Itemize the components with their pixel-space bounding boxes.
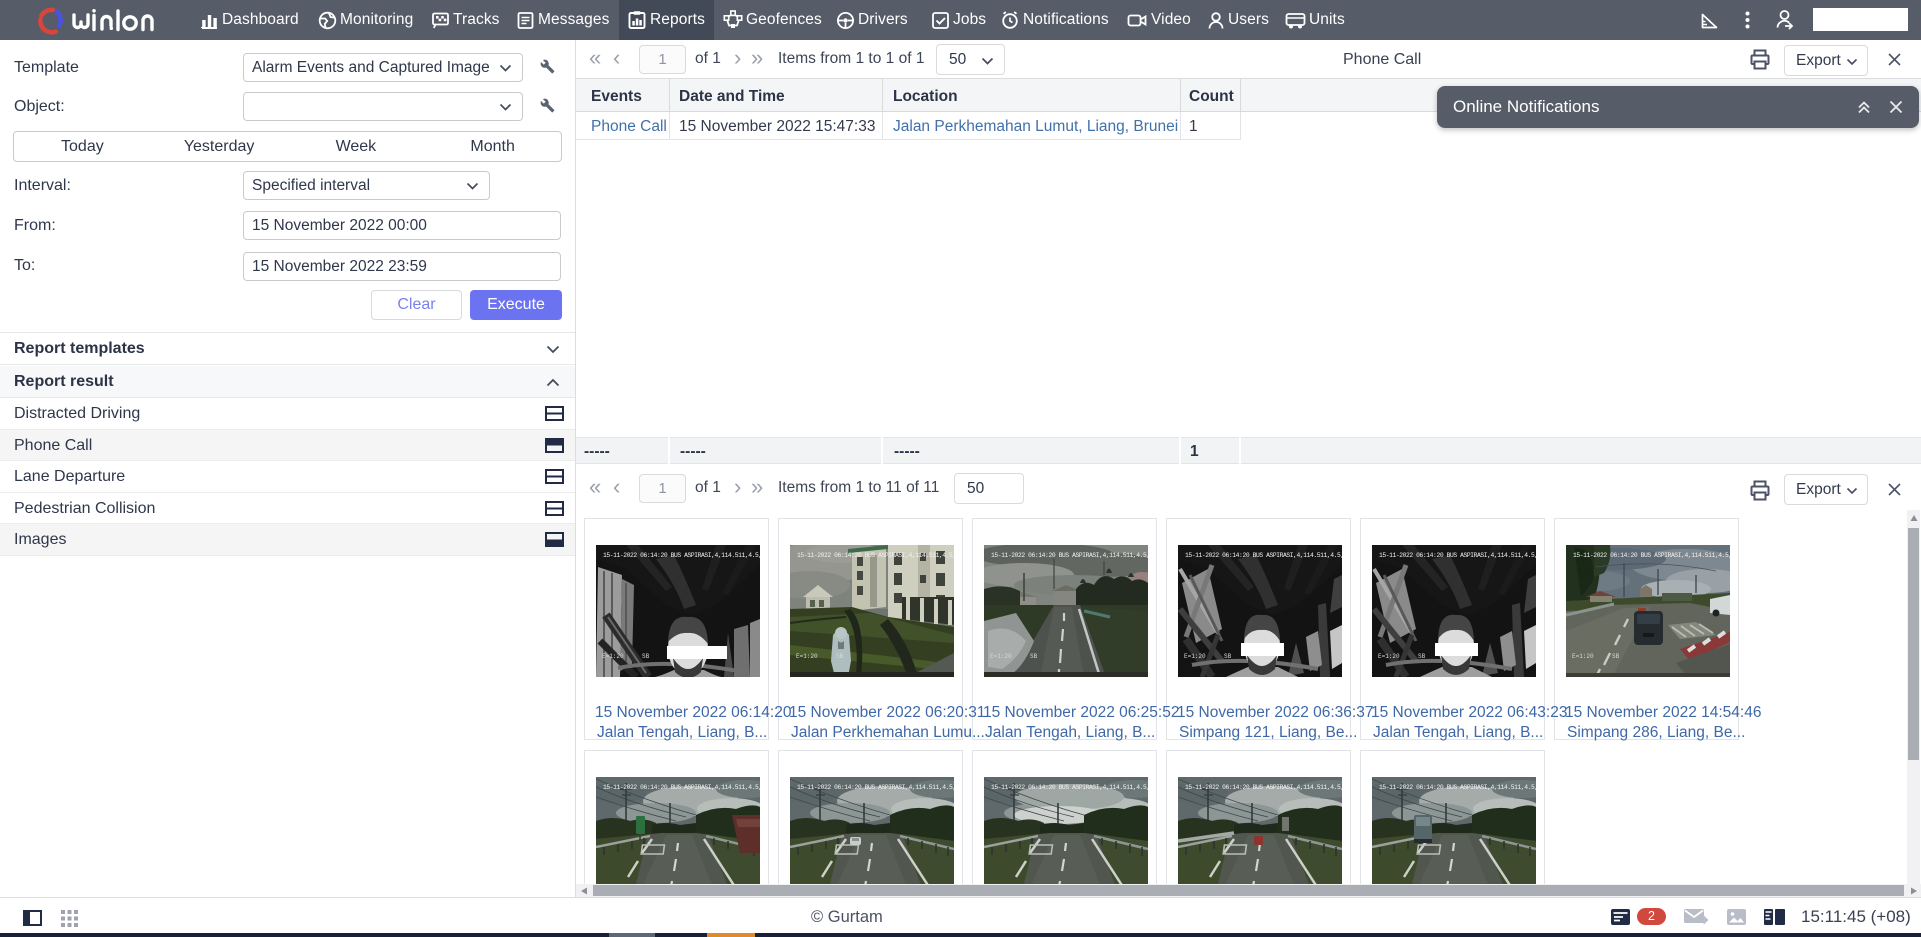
svg-text:E=1:20: E=1:20 [602, 653, 624, 660]
svg-text:E=1:20: E=1:20 [990, 653, 1012, 660]
svg-text:15-11-2022 06:14:20 BUS ASPIRA: 15-11-2022 06:14:20 BUS ASPIRASI,4,114.5… [603, 552, 760, 559]
svg-text:15-11-2022 06:14:20 BUS ASPIRA: 15-11-2022 06:14:20 BUS ASPIRASI,4,114.5… [1573, 552, 1730, 559]
svg-text:SB: SB [1612, 653, 1620, 660]
svg-text:15-11-2022 06:14:20 BUS ASPIRA: 15-11-2022 06:14:20 BUS ASPIRASI,4,114.5… [603, 784, 760, 791]
svg-text:15-11-2022 06:14:20 BUS ASPIRA: 15-11-2022 06:14:20 BUS ASPIRASI,4,114.5… [1379, 784, 1536, 791]
svg-text:E=1:20: E=1:20 [796, 653, 818, 660]
svg-text:15-11-2022 06:14:20 BUS ASPIRA: 15-11-2022 06:14:20 BUS ASPIRASI,4,114.5… [797, 552, 954, 559]
svg-text:SB: SB [1030, 653, 1038, 660]
svg-text:15-11-2022 06:14:20 BUS ASPIRA: 15-11-2022 06:14:20 BUS ASPIRASI,4,114.5… [797, 784, 954, 791]
svg-text:SB: SB [1418, 653, 1426, 660]
svg-text:15-11-2022 06:14:20 BUS ASPIRA: 15-11-2022 06:14:20 BUS ASPIRASI,4,114.5… [1185, 784, 1342, 791]
svg-text:E=1:20: E=1:20 [1184, 653, 1206, 660]
svg-text:E=1:20: E=1:20 [1572, 653, 1594, 660]
svg-text:15-11-2022 06:14:20 BUS ASPIRA: 15-11-2022 06:14:20 BUS ASPIRASI,4,114.5… [991, 552, 1148, 559]
svg-text:E=1:20: E=1:20 [1378, 653, 1400, 660]
svg-text:SB: SB [836, 653, 844, 660]
svg-text:15-11-2022 06:14:20 BUS ASPIRA: 15-11-2022 06:14:20 BUS ASPIRASI,4,114.5… [991, 784, 1148, 791]
svg-text:SB: SB [1224, 653, 1232, 660]
svg-text:15-11-2022 06:14:20 BUS ASPIRA: 15-11-2022 06:14:20 BUS ASPIRASI,4,114.5… [1379, 552, 1536, 559]
svg-text:SB: SB [642, 653, 650, 660]
svg-text:15-11-2022 06:14:20 BUS ASPIRA: 15-11-2022 06:14:20 BUS ASPIRASI,4,114.5… [1185, 552, 1342, 559]
